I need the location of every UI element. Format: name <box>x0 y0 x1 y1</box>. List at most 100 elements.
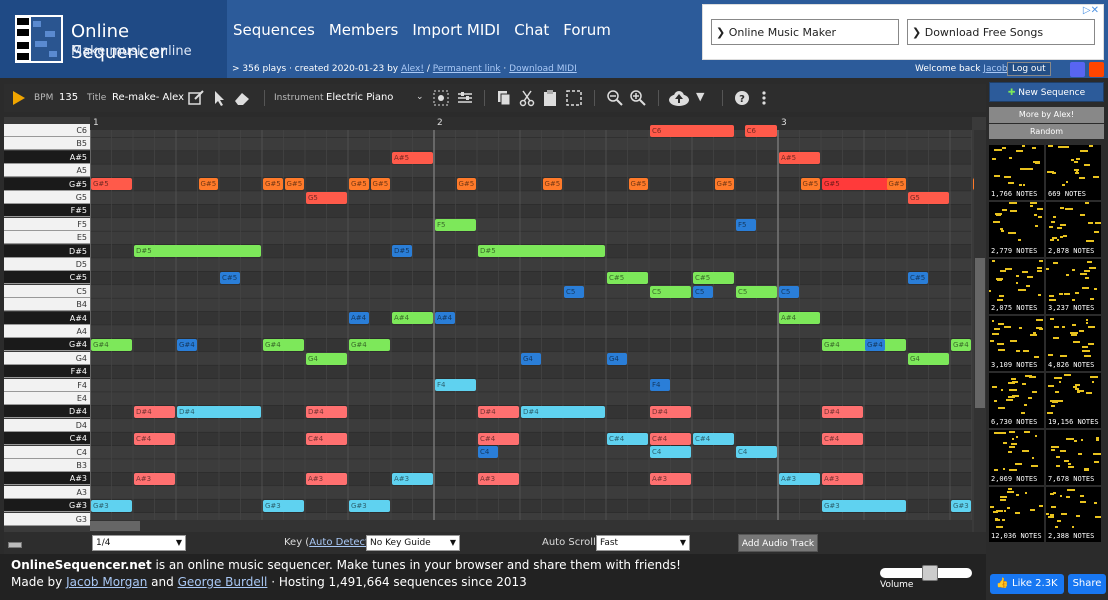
note-block[interactable]: C6 <box>650 124 734 137</box>
note-grid[interactable]: C6 C6 A#5 A#5 G#5 G#5 G#5 G#5 G#5 G#5 G#5 G#5 G#5 G#5… <box>90 124 986 532</box>
piano-key[interactable]: A#5 <box>4 150 90 164</box>
grid-size-select[interactable]: 1/4 ▼ <box>92 535 186 551</box>
scroll-thumb[interactable] <box>975 258 985 408</box>
piano-key[interactable]: F#4 <box>4 365 90 379</box>
reddit-icon[interactable] <box>1089 62 1104 77</box>
sequence-thumbnail[interactable]: 2,075 NOTES <box>989 259 1044 314</box>
note-block[interactable]: G#5 <box>456 178 476 191</box>
sequence-thumbnail[interactable]: 1,766 NOTES <box>989 145 1044 200</box>
note-block[interactable]: G4 <box>521 352 541 365</box>
mixer-icon[interactable] <box>456 89 474 107</box>
note-block[interactable]: G#4 <box>91 339 132 352</box>
note-block[interactable]: C#4 <box>306 432 347 445</box>
more-by-author[interactable]: More by Alex! <box>989 107 1104 123</box>
add-audio-track-button[interactable]: Add Audio Track <box>738 534 818 552</box>
ad-choices-icon[interactable]: ▷✕ <box>1083 5 1099 16</box>
sequence-thumbnail[interactable]: 19,156 NOTES <box>1046 373 1101 428</box>
developer-link[interactable]: Jacob Morgan <box>66 575 147 589</box>
note-block[interactable]: C4 <box>478 446 498 459</box>
piano-key[interactable]: G3 <box>4 512 90 526</box>
note-block[interactable]: G#4 <box>263 339 304 352</box>
note-block[interactable]: C#4 <box>478 432 519 445</box>
note-block[interactable]: D#4 <box>822 406 863 419</box>
piano-key[interactable]: F4 <box>4 378 90 392</box>
note-block[interactable]: C5 <box>564 285 584 298</box>
timeline-ruler[interactable]: 1 2 3 <box>90 117 972 130</box>
note-block[interactable]: C5 <box>650 285 691 298</box>
user-link[interactable]: Jacob <box>983 64 1007 74</box>
sequence-thumbnail[interactable]: 4,826 NOTES <box>1046 316 1101 371</box>
nav-sequences[interactable]: Sequences <box>233 21 315 39</box>
piano-key[interactable]: F#5 <box>4 204 90 218</box>
note-block[interactable]: G5 <box>306 191 347 204</box>
piano-key[interactable]: A#3 <box>4 472 90 486</box>
note-block[interactable]: G#5 <box>542 178 562 191</box>
chevron-down-icon[interactable]: ⌄ <box>416 92 424 102</box>
note-block[interactable]: G#5 <box>628 178 648 191</box>
piano-key[interactable]: C#5 <box>4 271 90 285</box>
piano-key[interactable]: C5 <box>4 284 90 298</box>
note-block[interactable]: C6 <box>744 124 777 137</box>
note-block[interactable]: C#4 <box>607 432 648 445</box>
zoom-in-icon[interactable] <box>629 89 647 107</box>
note-block[interactable]: D#4 <box>177 406 261 419</box>
permalink-link[interactable]: Permanent link <box>433 64 501 74</box>
nav-forum[interactable]: Forum <box>563 21 611 39</box>
note-block[interactable]: G#5 <box>349 178 369 191</box>
note-block[interactable]: G#3 <box>951 499 971 512</box>
piano-key[interactable]: G4 <box>4 351 90 365</box>
note-block[interactable]: C5 <box>736 285 777 298</box>
note-block[interactable]: D#4 <box>478 406 519 419</box>
note-block[interactable]: C5 <box>779 285 799 298</box>
note-block[interactable]: F5 <box>736 218 756 231</box>
sequence-thumbnail[interactable]: 3,109 NOTES <box>989 316 1044 371</box>
piano-key[interactable]: D5 <box>4 258 90 271</box>
facebook-share-button[interactable]: Share <box>1068 574 1106 594</box>
scroll-thumb[interactable] <box>90 521 140 531</box>
piano-key[interactable]: E4 <box>4 392 90 405</box>
note-block[interactable]: G#3 <box>91 499 132 512</box>
note-block[interactable]: C#5 <box>220 272 240 285</box>
note-block[interactable]: C#4 <box>134 432 175 445</box>
select-all-icon[interactable] <box>565 89 583 107</box>
note-block[interactable]: F5 <box>435 218 476 231</box>
note-block[interactable]: C#5 <box>607 272 648 285</box>
bpm-input[interactable]: 135 <box>59 92 78 103</box>
copy-icon[interactable] <box>496 89 512 107</box>
chevron-down-icon[interactable]: ▼ <box>696 90 704 103</box>
note-block[interactable]: G#5 <box>714 178 734 191</box>
note-block[interactable]: G#3 <box>263 499 304 512</box>
note-block[interactable]: C#5 <box>693 272 734 285</box>
eraser-icon[interactable] <box>233 89 251 107</box>
note-block[interactable]: D#4 <box>134 406 175 419</box>
nav-chat[interactable]: Chat <box>514 21 549 39</box>
facebook-like-button[interactable]: 👍 Like 2.3K <box>990 574 1064 594</box>
play-icon[interactable] <box>12 90 26 106</box>
piano-key[interactable]: A5 <box>4 164 90 178</box>
author-link[interactable]: Alex! <box>401 64 424 74</box>
piano-key[interactable]: F5 <box>4 217 90 231</box>
piano-key[interactable]: D#5 <box>4 244 90 258</box>
piano-key[interactable]: G5 <box>4 191 90 204</box>
sequence-thumbnail[interactable]: 12,036 NOTES <box>989 487 1044 542</box>
note-block[interactable]: A#3 <box>392 473 433 486</box>
piano-key[interactable]: D#4 <box>4 405 90 419</box>
piano-key[interactable]: E5 <box>4 231 90 245</box>
note-block[interactable]: A#3 <box>478 473 519 486</box>
auto-scroll-select[interactable]: Fast ▼ <box>596 535 690 551</box>
title-input[interactable]: Re-make- Alex <box>112 92 184 103</box>
note-block[interactable]: G5 <box>908 191 949 204</box>
sequence-thumbnail[interactable]: 669 NOTES <box>1046 145 1101 200</box>
note-block[interactable]: G#4 <box>865 339 885 352</box>
note-block[interactable]: G4 <box>306 352 347 365</box>
sequence-thumbnail[interactable]: 3,237 NOTES <box>1046 259 1101 314</box>
note-block[interactable]: A#3 <box>779 473 820 486</box>
site-logo[interactable]: Online Sequencer Make music online <box>0 0 227 78</box>
piano-key[interactable]: C4 <box>4 445 90 459</box>
note-block[interactable]: A#3 <box>306 473 347 486</box>
note-block[interactable]: A#3 <box>650 473 691 486</box>
instrument-select[interactable]: Electric Piano <box>326 92 393 103</box>
nav-import-midi[interactable]: Import MIDI <box>412 21 500 39</box>
note-block[interactable]: G#3 <box>822 499 906 512</box>
piano-key[interactable]: C6 <box>4 124 90 137</box>
